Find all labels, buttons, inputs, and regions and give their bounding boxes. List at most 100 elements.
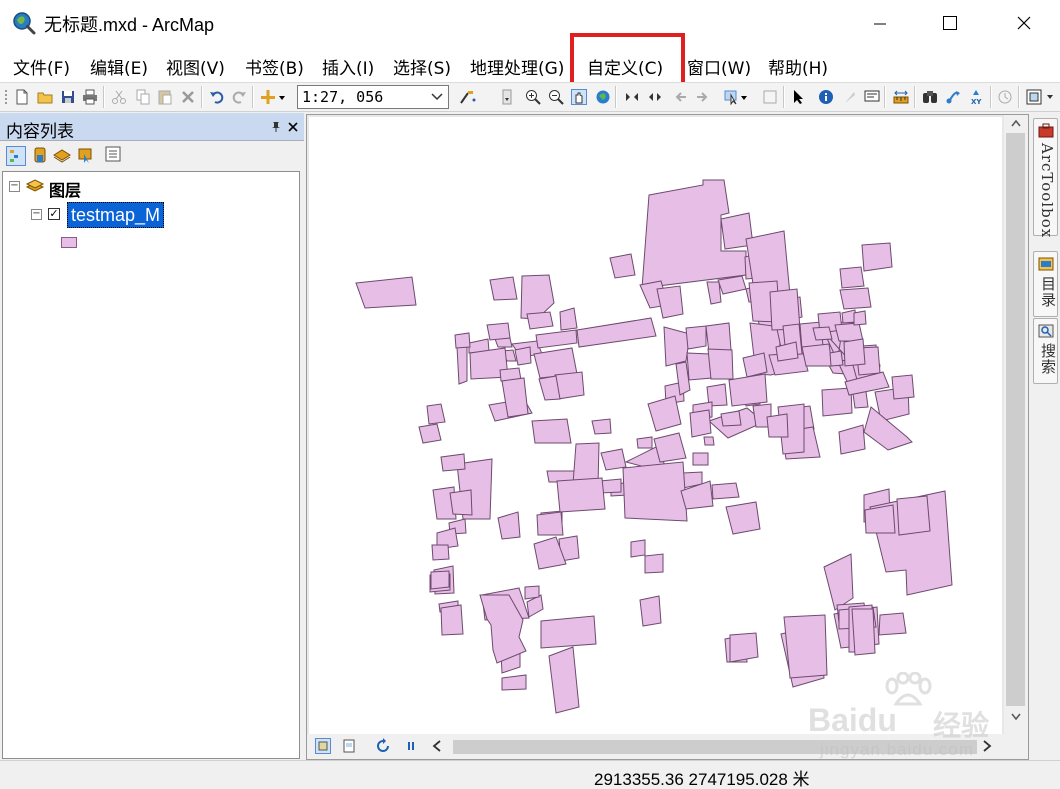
map-scale-dropdown[interactable]: 1:27, 056 [297,85,449,109]
scroll-up-icon[interactable] [1010,118,1022,128]
layout-view-icon[interactable] [341,738,357,754]
fixed-zoom-out-icon[interactable] [647,89,663,105]
map-polygon [801,343,833,367]
map-polygon [486,322,511,341]
fixed-zoom-in-icon[interactable] [624,89,640,105]
layer-visibility-checkbox[interactable]: ✓ [48,208,60,220]
dock-tab-arctoolbox[interactable]: ArcToolbox [1033,118,1058,238]
toolbar-overflow-icon[interactable] [1045,89,1055,105]
layer-legend-patch [61,237,77,248]
menu-file[interactable]: 文件(F) [13,54,70,79]
hyperlink-icon[interactable] [842,89,858,105]
go-to-xy-icon[interactable]: XY [968,89,984,105]
select-elements-icon[interactable] [790,89,806,105]
map-polygon [717,275,747,295]
map-polygon [656,285,684,319]
cursor-coordinates: 2913355.36 2747195.028 米 [594,770,810,789]
minimize-icon [874,23,886,25]
create-viewer-window-icon[interactable] [1026,89,1042,105]
map-polygon [864,504,896,534]
pin-icon[interactable] [270,121,282,133]
menu-geoprocessing[interactable]: 地理处理(G) [470,54,564,79]
map-polygon [418,423,442,444]
find-icon[interactable] [922,89,938,105]
map-vertical-scrollbar[interactable] [1004,115,1028,734]
menu-help[interactable]: 帮助(H) [768,54,828,79]
map-polygon [729,632,759,663]
redo-icon[interactable] [231,89,247,105]
map-polygon [705,322,732,354]
cut-icon[interactable] [111,89,127,105]
map-polygon [878,612,907,636]
back-extent-icon[interactable] [672,89,688,105]
zoom-out-icon[interactable] [548,89,564,105]
pan-icon[interactable] [571,89,587,105]
layer-collapse-toggle[interactable]: − [31,209,42,220]
toolbar-overflow-icon[interactable] [502,89,512,105]
save-icon[interactable] [60,89,76,105]
clear-selection-icon[interactable] [762,89,778,105]
map-polygon [440,604,464,636]
delete-icon[interactable] [180,89,196,105]
identify-icon[interactable] [818,89,834,105]
map-polygon [355,276,417,309]
zoom-in-icon[interactable] [525,89,541,105]
arctoolbox-icon [1038,123,1054,138]
map-polygon [524,585,540,600]
html-popup-icon[interactable] [864,89,880,105]
minimize-button[interactable] [854,0,906,46]
map-polygon [711,482,740,500]
menu-selection[interactable]: 选择(S) [393,54,451,79]
map-polygon [431,544,450,561]
open-folder-icon[interactable] [37,89,53,105]
map-polygon [556,477,606,513]
toolbar-separator [783,86,785,108]
layer-name-selected[interactable]: testmap_M [67,202,165,228]
new-document-icon[interactable] [14,89,30,105]
paste-icon[interactable] [157,89,173,105]
menu-windows[interactable]: 窗口(W) [687,54,751,79]
toolbar-separator [615,86,617,108]
menu-edit[interactable]: 编辑(E) [90,54,148,79]
menu-insert[interactable]: 插入(I) [322,54,374,79]
select-features-icon[interactable] [724,89,750,105]
watermark-jingyan: 经验 [933,709,990,742]
maximize-button[interactable] [924,0,976,46]
list-by-selection-icon[interactable] [76,146,94,164]
time-slider-icon[interactable] [997,89,1013,105]
close-icon[interactable] [287,121,299,133]
map-polygon [703,436,715,446]
map-canvas[interactable] [309,117,1002,734]
catalog-icon [1038,257,1054,271]
refresh-icon[interactable] [375,738,391,754]
menu-view[interactable]: 视图(V) [166,54,225,79]
options-icon[interactable] [105,146,121,162]
map-polygon [896,495,931,536]
list-by-drawing-order-icon[interactable] [6,146,26,166]
find-route-icon[interactable] [945,89,961,105]
forward-extent-icon[interactable] [695,89,711,105]
dock-tab-catalog[interactable]: 目录 [1033,251,1058,317]
map-polygon [501,674,527,691]
pause-drawing-icon[interactable] [403,738,419,754]
vertical-scroll-thumb[interactable] [1006,133,1025,706]
map-polygon [609,253,636,279]
menu-bookmarks[interactable]: 书签(B) [245,54,304,79]
close-button[interactable] [998,0,1050,46]
map-polygon [630,539,646,558]
editor-toolbar-icon[interactable] [458,89,478,105]
scroll-left-icon[interactable] [431,739,443,753]
print-icon[interactable] [82,89,98,105]
map-polygon [576,317,657,348]
list-by-source-icon[interactable] [31,146,49,164]
layers-collapse-toggle[interactable]: − [9,181,20,192]
measure-icon[interactable] [893,89,909,105]
full-extent-icon[interactable] [595,89,611,105]
data-view-icon[interactable] [315,738,331,754]
dock-tab-search[interactable]: 搜索 [1033,318,1058,384]
list-by-visibility-icon[interactable] [53,146,71,164]
layers-root-label[interactable]: 图层 [49,177,81,201]
copy-icon[interactable] [135,89,151,105]
undo-icon[interactable] [209,89,225,105]
add-data-icon[interactable] [259,89,287,105]
